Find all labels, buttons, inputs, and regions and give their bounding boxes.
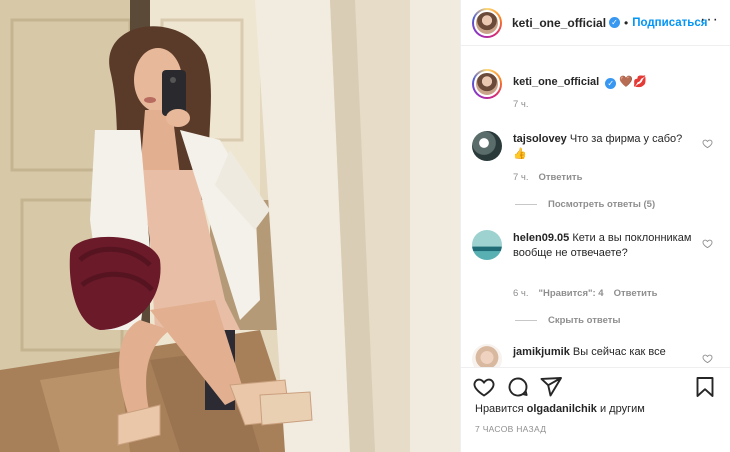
caption-text: 🤎💋 [619, 76, 647, 88]
follow-button[interactable]: Подписаться [632, 17, 707, 29]
comment-likes-count[interactable]: "Нравится": 4 [539, 288, 604, 299]
heart-icon[interactable] [472, 375, 496, 399]
verified-badge-icon: ✓ [609, 17, 621, 28]
comment-username[interactable]: helen09.05 [513, 232, 569, 244]
comment-avatar[interactable] [472, 230, 502, 260]
comments-list[interactable]: keti_one_official ✓ 🤎💋 7 ч. tajsolovey Ч… [461, 47, 730, 367]
verified-badge-icon: ✓ [605, 78, 617, 89]
post-timestamp[interactable]: 7 ЧАСОВ НАЗАД [475, 424, 546, 434]
comment-username[interactable]: tajsolovey [513, 133, 567, 145]
reply-button[interactable]: Ответить [614, 288, 658, 299]
comment-avatar[interactable] [472, 131, 502, 161]
comment-text: Что за фирма у сабо? [569, 133, 683, 145]
reply-button[interactable]: Ответить [539, 172, 583, 183]
view-replies-label: Посмотреть ответы (5) [548, 199, 656, 210]
likes-user-link[interactable]: olgadanilchik [527, 403, 597, 415]
comment-like-heart-icon[interactable] [702, 353, 713, 364]
comment-time[interactable]: 7 ч. [513, 172, 529, 183]
more-horizontal-icon[interactable]: ··· [700, 12, 719, 28]
instagram-post: keti_one_official ✓ • Подписаться ··· ke… [0, 0, 730, 452]
caption-username[interactable]: keti_one_official [513, 76, 599, 88]
comment-emoji: 👍 [513, 148, 527, 160]
comment-like-heart-icon[interactable] [702, 238, 713, 249]
caption-meta: 7 ч. [513, 99, 529, 110]
comment-item: jamikjumik Вы сейчас как все [472, 344, 713, 367]
comment-like-heart-icon[interactable] [702, 138, 713, 149]
divider-line [515, 320, 537, 321]
post-header: keti_one_official ✓ • Подписаться ··· [461, 0, 730, 46]
comment-meta: 7 ч. Ответить [513, 172, 582, 183]
comment-meta: 6 ч. "Нравится": 4 Ответить [513, 288, 658, 299]
share-icon[interactable] [539, 375, 563, 399]
post-side-panel: keti_one_official ✓ • Подписаться ··· ke… [460, 0, 730, 452]
caption-time[interactable]: 7 ч. [513, 99, 529, 110]
caption: keti_one_official ✓ 🤎💋 [472, 69, 713, 99]
hide-replies-button[interactable]: Скрыть ответы [515, 315, 621, 326]
caption-avatar[interactable] [472, 69, 502, 99]
bookmark-icon[interactable] [693, 375, 717, 399]
comment-text: Вы сейчас как все [572, 346, 666, 358]
likes-summary: Нравится olgadanilchik и другим [475, 403, 645, 415]
likes-suffix[interactable]: и другим [600, 403, 645, 415]
likes-prefix: Нравится [475, 403, 524, 415]
comment-avatar[interactable] [472, 344, 502, 367]
author-username[interactable]: keti_one_official [512, 16, 606, 30]
comment-username[interactable]: jamikjumik [513, 346, 570, 358]
view-replies-button[interactable]: Посмотреть ответы (5) [515, 199, 655, 210]
divider-line [515, 204, 537, 205]
comment-item: tajsolovey Что за фирма у сабо? 👍 [472, 131, 713, 162]
avatar[interactable] [472, 7, 502, 38]
separator-dot: • [624, 15, 629, 30]
comment-item: helen09.05 Кети а вы поклонникам вообще … [472, 230, 713, 261]
post-photo[interactable] [0, 0, 460, 452]
mirror-selfie-image [0, 0, 460, 452]
comment-time[interactable]: 6 ч. [513, 288, 529, 299]
comment-icon[interactable] [506, 375, 530, 399]
hide-replies-label: Скрыть ответы [548, 315, 621, 326]
